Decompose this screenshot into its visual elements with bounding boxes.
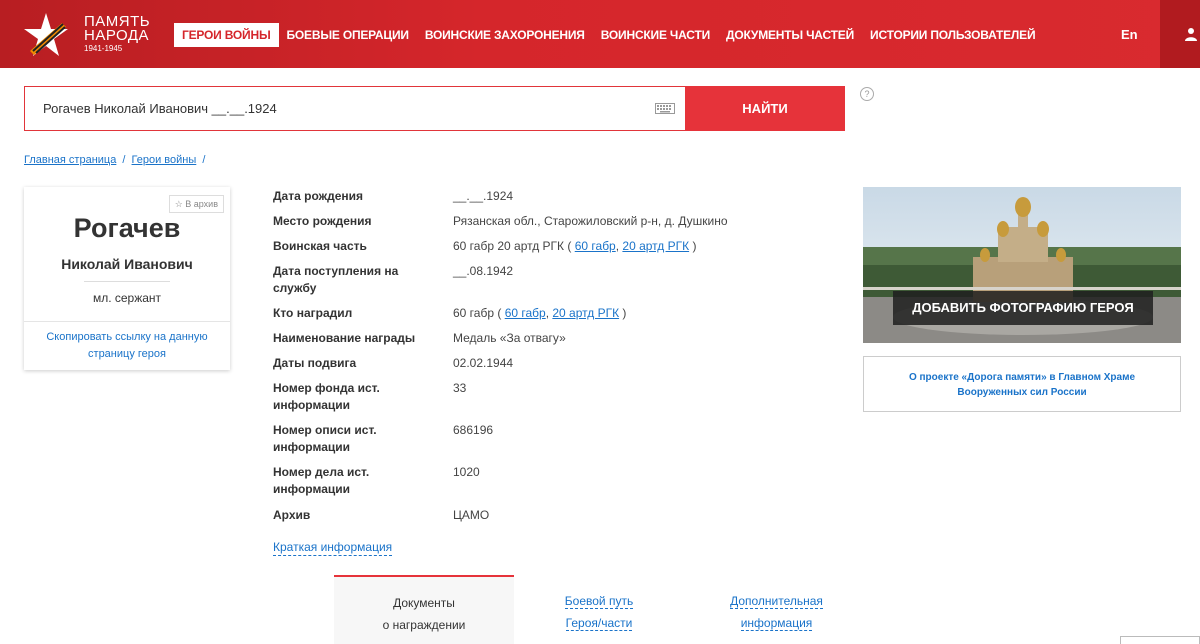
add-to-archive-button[interactable]: ☆ В архив [168, 195, 224, 213]
info-key: Дата поступления на службу [273, 264, 399, 295]
info-key: Место рождения [273, 214, 372, 228]
site-logo[interactable]: ПАМЯТЬ НАРОДА 1941-1945 [22, 9, 162, 61]
info-value: 02.02.1944 [453, 356, 514, 370]
unit-link[interactable]: 60 габр [505, 306, 546, 320]
info-value-text: 60 габр 20 артд РГК ( [453, 239, 575, 253]
tab-combat-path[interactable]: Боевой путь Героя/части [534, 575, 664, 644]
hero-rank: мл. сержант [92, 291, 162, 305]
star-logo-icon [24, 13, 68, 56]
short-info-link[interactable]: Краткая информация [273, 540, 393, 556]
info-key: Архив [273, 508, 311, 522]
tab-label: Боевой путь [564, 594, 634, 609]
tab-extra-info[interactable]: Дополнительная информация [704, 575, 849, 644]
nav-burials[interactable]: ВОИНСКИЕ ЗАХОРОНЕНИЯ [417, 23, 593, 47]
unit-link[interactable]: 60 габр [575, 239, 616, 253]
unit-link[interactable]: 20 артд РГК [552, 306, 619, 320]
cathedral-photo-banner[interactable]: ДОБАВИТЬ ФОТОГРАФИЮ ГЕРОЯ [863, 187, 1181, 343]
help-icon[interactable]: ? [860, 87, 874, 101]
hero-tabs: Документы о награждении Боевой путь Геро… [334, 575, 854, 644]
info-key: Наименование награды [273, 331, 416, 345]
breadcrumb: Главная страница / Герои войны / [24, 154, 208, 166]
info-key: Кто наградил [273, 306, 353, 320]
breadcrumb-heroes[interactable]: Герои войны [132, 154, 197, 166]
tab-label: Героя/части [565, 616, 633, 631]
info-value-text: ) [689, 239, 697, 253]
info-value: 33 [453, 381, 467, 395]
top-header: ПАМЯТЬ НАРОДА 1941-1945 ГЕРОИ ВОЙНЫ БОЕВ… [0, 0, 1200, 68]
tab-label: информация [740, 616, 813, 631]
tab-label: Документы [393, 596, 455, 610]
search-input[interactable] [25, 87, 685, 130]
info-key: Номер описи ист. информации [273, 423, 377, 454]
keyboard-icon[interactable] [655, 103, 675, 114]
add-hero-photo-button[interactable]: ДОБАВИТЬ ФОТОГРАФИЮ ГЕРОЯ [893, 291, 1153, 325]
info-value: ЦАМО [453, 508, 490, 522]
nav-user-stories[interactable]: ИСТОРИИ ПОЛЬЗОВАТЕЛЕЙ [862, 23, 1043, 47]
unit-link[interactable]: 20 артд РГК [622, 239, 689, 253]
divider [24, 321, 230, 322]
hero-name: Николай Иванович [61, 256, 193, 272]
info-value: 1020 [453, 465, 480, 479]
info-key: Воинская часть [273, 239, 367, 253]
info-value: __.__.1924 [453, 189, 514, 203]
info-key: Номер дела ист. информации [273, 465, 370, 496]
language-switch[interactable]: En [1121, 27, 1138, 42]
breadcrumb-home[interactable]: Главная страница [24, 154, 116, 166]
logo-years: 1941-1945 [84, 44, 123, 53]
breadcrumb-sep: / [202, 154, 206, 166]
breadcrumb-sep: / [122, 154, 126, 166]
tab-label: о награждении [382, 618, 466, 632]
divider [84, 281, 170, 282]
info-value: Медаль «За отвагу» [453, 331, 566, 345]
user-menu-button[interactable] [1160, 0, 1200, 68]
hero-card: ☆ В архив Рогачев Николай Иванович мл. с… [24, 187, 230, 370]
info-key: Номер фонда ист. информации [273, 381, 380, 412]
main-nav: ГЕРОИ ВОЙНЫ БОЕВЫЕ ОПЕРАЦИИ ВОИНСКИЕ ЗАХ… [174, 23, 1043, 47]
info-key: Даты подвига [273, 356, 357, 370]
nav-operations[interactable]: БОЕВЫЕ ОПЕРАЦИИ [279, 23, 417, 47]
nav-units[interactable]: ВОИНСКИЕ ЧАСТИ [593, 23, 718, 47]
nav-unit-docs[interactable]: ДОКУМЕНТЫ ЧАСТЕЙ [718, 23, 862, 47]
info-value: 686196 [453, 423, 494, 437]
search-bar: НАЙТИ [24, 86, 845, 131]
nav-heroes[interactable]: ГЕРОИ ВОЙНЫ [174, 23, 279, 47]
copy-link-button[interactable]: Скопировать ссылку на данную страницу ге… [24, 329, 230, 363]
info-value-text: ) [619, 306, 627, 320]
info-value: __.08.1942 [453, 264, 514, 278]
info-value: 60 габр ( 60 габр, 20 артд РГК ) [453, 306, 627, 320]
search-button[interactable]: НАЙТИ [685, 86, 845, 131]
logo-line2: НАРОДА [84, 27, 150, 44]
tab-award-docs[interactable]: Документы о награждении [334, 575, 514, 644]
info-key: Дата рождения [273, 189, 364, 203]
info-value: 60 габр 20 артд РГК ( 60 габр, 20 артд Р… [453, 239, 697, 253]
hero-surname: Рогачев [73, 213, 181, 243]
user-icon [1185, 28, 1197, 41]
info-value-text: 60 габр ( [453, 306, 505, 320]
info-value: Рязанская обл., Старожиловский р-н, д. Д… [453, 214, 728, 228]
tab-label: Дополнительная [730, 594, 823, 609]
about-project-link[interactable]: О проекте «Дорога памяти» в Главном Храм… [863, 356, 1181, 412]
bottom-widget [1120, 636, 1200, 644]
